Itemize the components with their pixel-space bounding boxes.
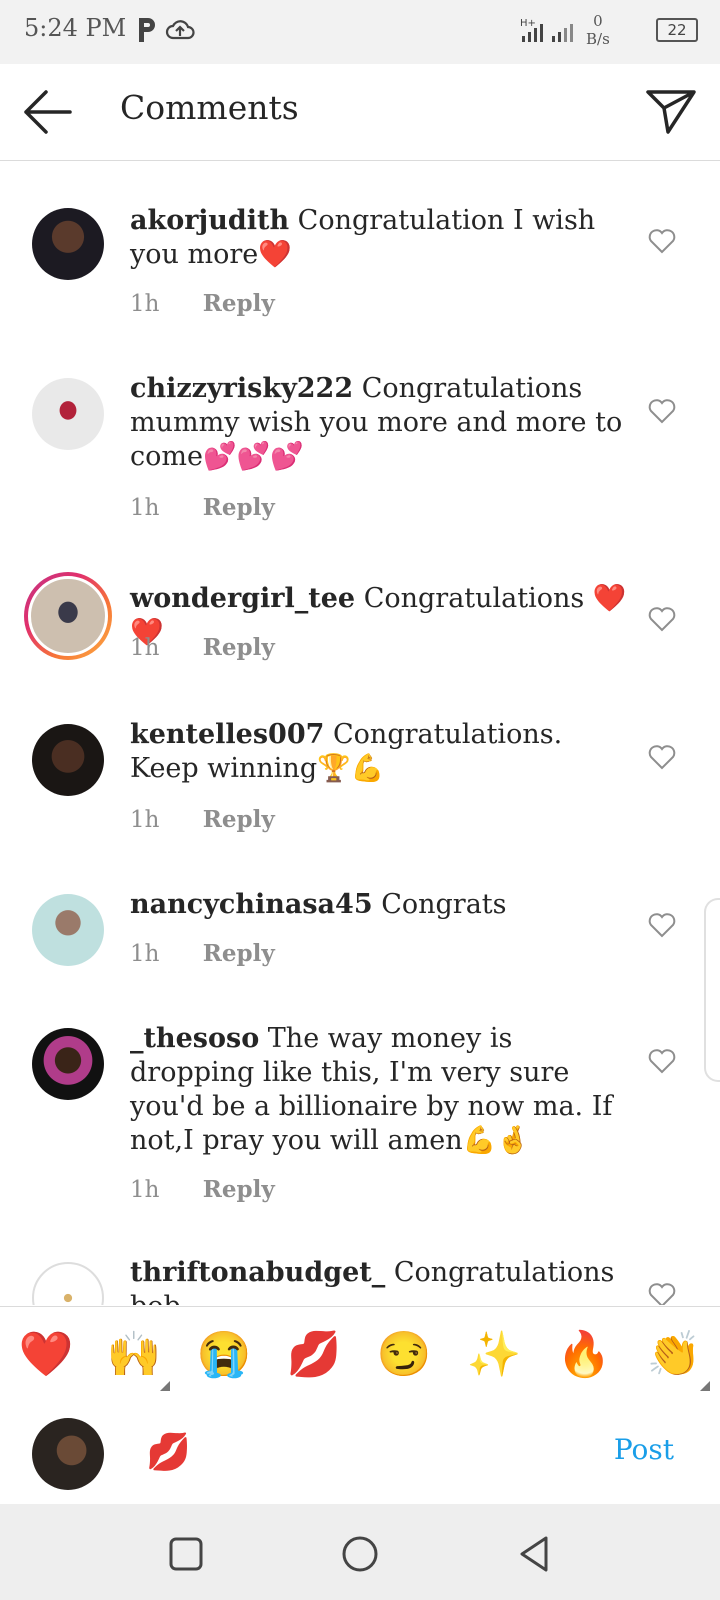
comment-time: 1h [130, 291, 160, 317]
direct-message-icon[interactable] [644, 86, 698, 136]
comment-content: Congrats [381, 889, 507, 920]
comment-text: chizzyrisky222 Congratulations mummy wis… [130, 372, 630, 474]
parking-icon [139, 18, 155, 42]
comment-text: thriftonabudget_ Congratulations bob [130, 1256, 650, 1305]
comment-list[interactable]: akorjudith Congratulation I wish you mor… [0, 160, 720, 1305]
emoji-crying-button[interactable]: 😭 [194, 1327, 254, 1383]
comment-meta: 1h Reply [130, 290, 275, 317]
avatar[interactable] [32, 378, 104, 450]
heart-icon[interactable] [648, 912, 676, 938]
comment-time: 1h [130, 495, 160, 521]
heart-icon[interactable] [648, 228, 676, 254]
system-nav-bar [0, 1504, 720, 1600]
side-panel-handle[interactable] [704, 898, 720, 1082]
comment-meta: 1h Reply [130, 806, 275, 833]
avatar[interactable] [32, 724, 104, 796]
heart-icon[interactable] [648, 1048, 676, 1074]
avatar[interactable] [32, 1028, 104, 1100]
comment-time: 1h [130, 1177, 160, 1203]
reply-button[interactable]: Reply [203, 634, 275, 661]
reply-button[interactable]: Reply [203, 1176, 275, 1203]
home-icon[interactable] [340, 1534, 380, 1574]
avatar [28, 576, 108, 656]
comment-meta: 1h Reply [130, 1176, 275, 1203]
page-title: Comments [120, 88, 299, 127]
emoji-heart-button[interactable]: ❤️ [16, 1327, 76, 1383]
avatar-story-ring[interactable] [24, 572, 112, 660]
comment-username[interactable]: chizzyrisky222 [130, 373, 353, 404]
comment-meta: 1h Reply [130, 940, 275, 967]
my-avatar [32, 1418, 104, 1490]
battery-level: 22 [667, 21, 687, 39]
emoji-kiss-button[interactable]: 💋 [284, 1327, 344, 1383]
comment-time: 1h [130, 941, 160, 967]
status-indicators: H+ 0 B/s 22 [520, 12, 698, 48]
comment-username[interactable]: wondergirl_tee [130, 583, 355, 614]
heart-icon[interactable] [648, 606, 676, 632]
status-notification-icons [136, 16, 195, 48]
comment-username[interactable]: _thesoso [130, 1023, 259, 1054]
quick-emoji-bar: ❤️ 🙌 😭 💋 😏 ✨ 🔥 👏 [0, 1306, 720, 1404]
comment-username[interactable]: nancychinasa45 [130, 889, 373, 920]
header: Comments [0, 64, 720, 161]
avatar[interactable] [32, 208, 104, 280]
reply-button[interactable]: Reply [203, 290, 275, 317]
emoji-raised-hands-button[interactable]: 🙌 [104, 1327, 164, 1383]
comment-text: _thesoso The way money is dropping like … [130, 1022, 630, 1158]
comment-username[interactable]: thriftonabudget_ [130, 1257, 385, 1288]
skin-tone-indicator-icon [160, 1381, 170, 1391]
emoji-sparkles-button[interactable]: ✨ [464, 1327, 524, 1383]
comment-time: 1h [130, 635, 160, 661]
network-type-label: H+ [520, 18, 536, 29]
avatar[interactable] [32, 1262, 104, 1305]
comment-time: 1h [130, 807, 160, 833]
comment-input[interactable]: 💋 [146, 1431, 191, 1473]
emoji-clap-button[interactable]: 👏 [644, 1327, 704, 1383]
comment-text: nancychinasa45 Congrats [130, 888, 630, 922]
recent-apps-icon[interactable] [166, 1534, 206, 1574]
data-rate-unit: B/s [586, 30, 610, 48]
heart-icon[interactable] [648, 398, 676, 424]
cell-signal-icon: H+ [520, 18, 573, 42]
emoji-smirk-button[interactable]: 😏 [374, 1327, 434, 1383]
status-time: 5:24 PM [24, 14, 127, 42]
data-rate: 0 B/s [586, 12, 610, 48]
battery-icon: 22 [656, 18, 698, 42]
reply-button[interactable]: Reply [203, 494, 275, 521]
heart-icon[interactable] [648, 744, 676, 770]
comment-text: akorjudith Congratulation I wish you mor… [130, 204, 630, 272]
comment-meta: 1h Reply [130, 494, 275, 521]
emoji-fire-button[interactable]: 🔥 [554, 1327, 614, 1383]
heart-icon[interactable] [648, 1282, 676, 1305]
data-rate-value: 0 [593, 12, 603, 30]
comment-username[interactable]: kentelles007 [130, 719, 324, 750]
avatar[interactable] [32, 894, 104, 966]
skin-tone-indicator-icon [700, 1381, 710, 1391]
reply-button[interactable]: Reply [203, 806, 275, 833]
back-arrow-icon[interactable] [22, 89, 74, 135]
comment-text: kentelles007 Congratulations. Keep winni… [130, 718, 630, 786]
reply-button[interactable]: Reply [203, 940, 275, 967]
comment-composer: 💋 Post [0, 1403, 720, 1503]
status-bar: 5:24 PM H+ 0 B/s 22 [0, 0, 720, 64]
comment-username[interactable]: akorjudith [130, 205, 289, 236]
back-triangle-icon[interactable] [514, 1534, 554, 1574]
post-button[interactable]: Post [614, 1433, 674, 1466]
cloud-upload-icon [166, 20, 195, 40]
comment-meta: 1h Reply [130, 634, 275, 661]
